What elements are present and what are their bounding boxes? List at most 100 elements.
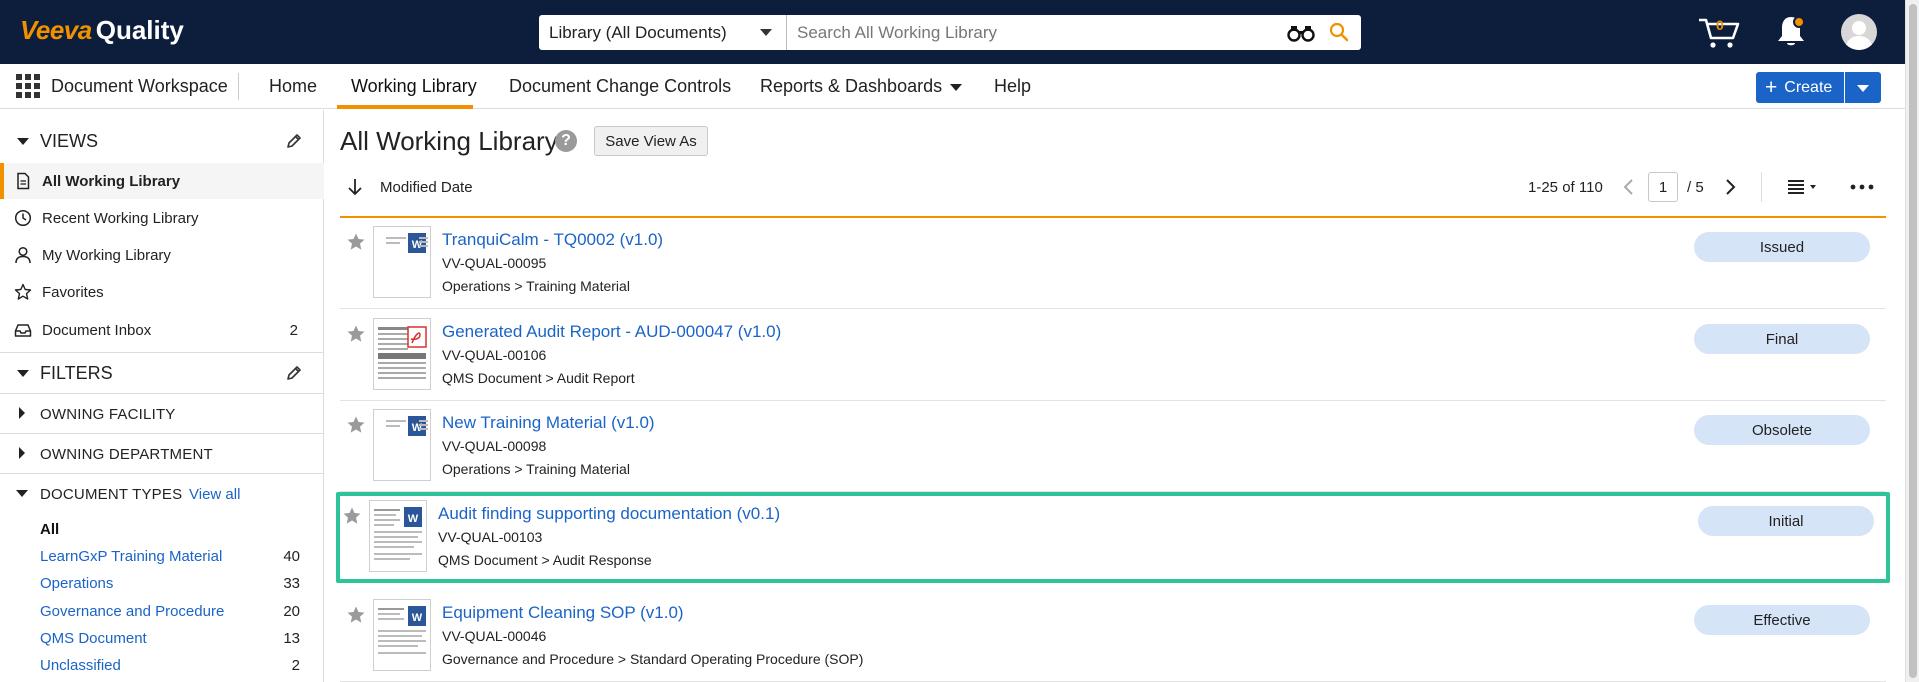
- doc-type-qms[interactable]: QMS Document 13: [40, 627, 310, 651]
- tab-reports-dashboards[interactable]: Reports & Dashboards: [760, 76, 963, 97]
- doc-type-unclassified[interactable]: Unclassified 2: [40, 654, 310, 678]
- filter-owning-facility[interactable]: OWNING FACILITY: [0, 393, 324, 433]
- tab-home[interactable]: Home: [269, 76, 317, 97]
- view-my-working-library[interactable]: My Working Library: [0, 237, 324, 273]
- view-label: Favorites: [42, 284, 104, 301]
- doc-type-count: 33: [283, 575, 300, 592]
- doc-type-label: All: [40, 521, 60, 538]
- doc-type-all[interactable]: All: [40, 518, 310, 542]
- star-icon[interactable]: [346, 605, 366, 625]
- view-favorites[interactable]: Favorites: [0, 274, 324, 310]
- document-number: VV-QUAL-00098: [442, 438, 547, 454]
- search-bar: Library (All Documents): [539, 15, 1361, 50]
- filter-label: OWNING DEPARTMENT: [40, 446, 213, 463]
- star-icon[interactable]: [342, 506, 362, 526]
- document-type: Governance and Procedure > Standard Oper…: [442, 651, 864, 667]
- avatar[interactable]: [1841, 14, 1877, 50]
- search-scope-select[interactable]: Library (All Documents): [539, 15, 787, 50]
- chevron-down-icon: [1857, 85, 1869, 92]
- document-row[interactable]: W Equipment Cleaning SOP (v1.0) VV-QUAL-…: [340, 591, 1886, 682]
- search-icon[interactable]: [1329, 22, 1349, 42]
- document-row[interactable]: W New Training Material (v1.0) VV-QUAL-0…: [340, 401, 1886, 492]
- chevron-left-icon[interactable]: [1622, 177, 1636, 197]
- sort-field-label[interactable]: Modified Date: [380, 179, 473, 196]
- expand-caret-icon: [19, 407, 25, 419]
- document-title-link[interactable]: Equipment Cleaning SOP (v1.0): [442, 603, 684, 623]
- document-title-link[interactable]: TranquiCalm - TQ0002 (v1.0): [442, 230, 663, 250]
- view-label: All Working Library: [42, 173, 181, 190]
- search-input[interactable]: [787, 15, 1361, 50]
- doc-type-operations[interactable]: Operations 33: [40, 572, 310, 596]
- document-type: Operations > Training Material: [442, 278, 630, 294]
- doc-type-governance[interactable]: Governance and Procedure 20: [40, 600, 310, 624]
- filters-heading: FILTERS: [40, 363, 113, 383]
- document-row[interactable]: W TranquiCalm - TQ0002 (v1.0) VV-QUAL-00…: [340, 218, 1886, 309]
- view-recent-working-library[interactable]: Recent Working Library: [0, 200, 324, 236]
- pencil-icon[interactable]: [285, 364, 303, 382]
- document-title-link[interactable]: Audit finding supporting documentation (…: [438, 504, 780, 524]
- create-button[interactable]: + Create: [1756, 72, 1844, 103]
- inbox-icon: [14, 324, 32, 337]
- view-document-inbox[interactable]: Document Inbox 2: [0, 312, 324, 348]
- star-icon[interactable]: [346, 324, 366, 344]
- results-range: 1-25 of 110: [1528, 179, 1603, 196]
- status-badge: Effective: [1694, 605, 1870, 635]
- document-row-selected[interactable]: W Audit finding supporting documentation…: [336, 492, 1890, 583]
- view-label: Document Inbox: [42, 322, 152, 339]
- chevron-down-icon: [950, 83, 963, 91]
- status-badge: Final: [1694, 324, 1870, 354]
- binoculars-icon[interactable]: [1287, 24, 1315, 42]
- view-all-working-library[interactable]: All Working Library: [0, 163, 324, 199]
- document-thumbnail[interactable]: W: [373, 599, 431, 671]
- toolbar-divider: [1761, 172, 1762, 202]
- save-view-as-button[interactable]: Save View As: [594, 126, 708, 156]
- document-thumbnail[interactable]: W: [373, 409, 431, 481]
- doc-type-count: 20: [283, 603, 300, 620]
- tab-help[interactable]: Help: [994, 76, 1031, 97]
- sidebar: VIEWS All Working Library Recent Working…: [0, 110, 324, 682]
- document-title-link[interactable]: New Training Material (v1.0): [442, 413, 655, 433]
- tab-working-library[interactable]: Working Library: [351, 76, 477, 97]
- scrollbar-thumb[interactable]: [1909, 4, 1917, 678]
- vault-logo[interactable]: Veeva Quality: [20, 15, 184, 49]
- pencil-icon[interactable]: [285, 132, 303, 150]
- tab-document-change-controls[interactable]: Document Change Controls: [509, 76, 731, 97]
- sort-descending-icon[interactable]: [347, 177, 363, 197]
- doc-type-count: 2: [291, 657, 300, 674]
- word-file-icon: W: [386, 233, 428, 253]
- nav-bar: Document Workspace Home Working Library …: [0, 64, 1905, 109]
- list-view-icon[interactable]: [1786, 177, 1822, 197]
- page-title: All Working Library: [340, 126, 558, 156]
- product-name: Quality: [95, 15, 184, 45]
- document-thumbnail[interactable]: W: [373, 226, 431, 298]
- top-bar: Veeva Quality Library (All Documents) 0: [0, 0, 1919, 64]
- search-scope-value: Library (All Documents): [549, 22, 727, 42]
- create-menu-button[interactable]: [1845, 72, 1881, 103]
- view-all-link[interactable]: View all: [189, 486, 240, 503]
- filter-owning-department[interactable]: OWNING DEPARTMENT: [0, 433, 324, 473]
- document-title-link[interactable]: Generated Audit Report - AUD-000047 (v1.…: [442, 322, 781, 342]
- filter-document-types[interactable]: DOCUMENT TYPES View all: [0, 473, 324, 513]
- workspace-title[interactable]: Document Workspace: [51, 76, 228, 97]
- document-thumbnail[interactable]: [373, 318, 431, 390]
- page-number-input[interactable]: 1: [1648, 172, 1678, 202]
- document-icon: [17, 172, 30, 190]
- star-icon[interactable]: [346, 415, 366, 435]
- views-heading: VIEWS: [40, 131, 99, 151]
- document-number: VV-QUAL-00106: [442, 347, 547, 363]
- more-options-icon[interactable]: [1849, 176, 1875, 198]
- doc-type-learngxp[interactable]: LearnGxP Training Material 40: [40, 545, 310, 569]
- filter-label: DOCUMENT TYPES: [40, 486, 183, 503]
- help-icon[interactable]: ?: [555, 130, 577, 152]
- views-header[interactable]: VIEWS: [0, 121, 324, 161]
- chevron-right-icon[interactable]: [1723, 177, 1737, 197]
- create-label: Create: [1784, 78, 1833, 96]
- status-badge: Obsolete: [1694, 415, 1870, 445]
- page-scrollbar[interactable]: [1905, 0, 1919, 682]
- document-thumbnail[interactable]: W: [369, 500, 427, 572]
- document-row[interactable]: Generated Audit Report - AUD-000047 (v1.…: [340, 310, 1886, 401]
- document-number: VV-QUAL-00046: [442, 628, 547, 644]
- star-icon[interactable]: [346, 232, 366, 252]
- app-grid-icon[interactable]: [16, 74, 40, 98]
- filters-header[interactable]: FILTERS: [0, 353, 324, 393]
